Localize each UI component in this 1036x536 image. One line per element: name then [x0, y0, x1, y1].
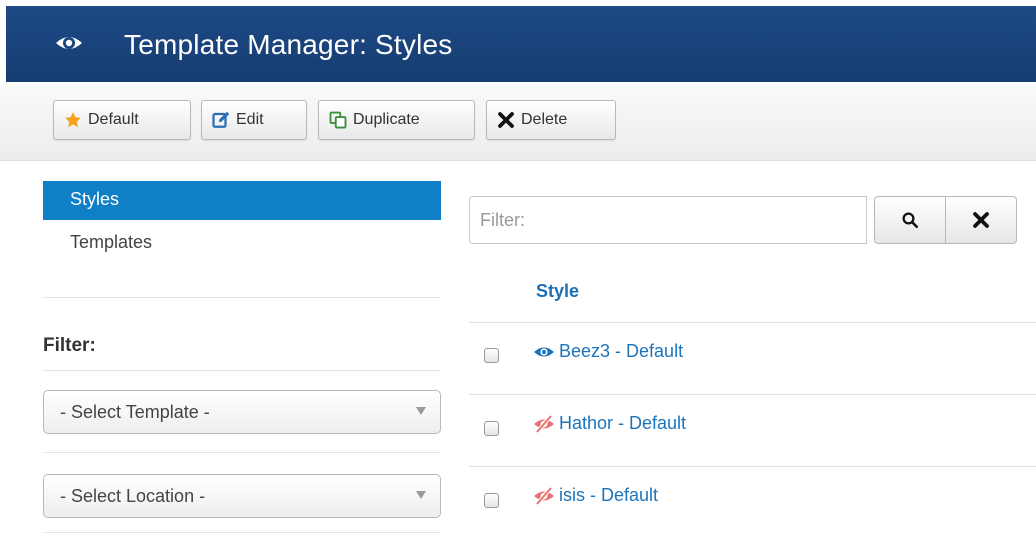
edit-icon [212, 111, 230, 128]
table-divider [469, 466, 1036, 467]
sidebar-item-styles[interactable]: Styles [43, 181, 441, 220]
delete-button-label: Delete [521, 111, 568, 128]
search-placeholder: Filter: [480, 209, 525, 230]
delete-x-icon [498, 112, 514, 128]
filter-heading: Filter: [43, 335, 96, 356]
edit-button[interactable]: Edit [201, 100, 307, 140]
table-divider [469, 322, 1036, 323]
column-header-style[interactable]: Style [536, 281, 579, 302]
row-checkbox[interactable] [484, 421, 499, 436]
row-label: isis - Default [559, 485, 659, 505]
search-input[interactable]: Filter: [469, 196, 867, 244]
toolbar: Default Edit Duplicate Delete [0, 84, 1036, 161]
filter-divider [43, 370, 441, 371]
delete-button[interactable]: Delete [486, 100, 616, 140]
search-button[interactable] [874, 196, 946, 244]
default-button-label: Default [88, 111, 139, 128]
duplicate-button-label: Duplicate [353, 111, 420, 128]
select-template-value: - Select Template - [60, 401, 210, 422]
row-label: Hathor - Default [559, 413, 687, 433]
duplicate-button[interactable]: Duplicate [318, 100, 475, 140]
select-template-dropdown[interactable]: - Select Template - [43, 390, 441, 434]
row-label: Beez3 - Default [559, 341, 684, 361]
eye-icon [56, 37, 82, 49]
search-icon [902, 212, 919, 229]
edit-button-label: Edit [236, 111, 264, 128]
table-divider [469, 394, 1036, 395]
select-location-dropdown[interactable]: - Select Location - [43, 474, 441, 518]
clear-search-button[interactable] [945, 196, 1017, 244]
sidebar-item-templates[interactable]: Templates [70, 232, 152, 253]
row-checkbox[interactable] [484, 348, 499, 363]
close-icon [973, 212, 989, 228]
chevron-down-icon [416, 407, 426, 415]
chevron-down-icon [416, 491, 426, 499]
page-header: Template Manager: Styles [6, 6, 1036, 82]
table-row[interactable]: isis - Default [533, 485, 658, 506]
eye-slash-icon [534, 486, 554, 505]
row-checkbox[interactable] [484, 493, 499, 508]
eye-slash-icon [534, 414, 554, 433]
copy-icon [329, 111, 347, 129]
default-button[interactable]: Default [53, 100, 191, 140]
select-location-value: - Select Location - [60, 485, 206, 506]
table-row[interactable]: Hathor - Default [533, 413, 686, 434]
sidebar-item-label: Styles [70, 189, 120, 209]
eye-icon [534, 347, 554, 356]
star-icon [65, 112, 81, 128]
filter-divider [43, 532, 441, 533]
table-row[interactable]: Beez3 - Default [533, 341, 683, 362]
filter-divider [43, 452, 441, 453]
sidebar-divider [43, 297, 441, 298]
page-title: Template Manager: Styles [124, 29, 453, 60]
